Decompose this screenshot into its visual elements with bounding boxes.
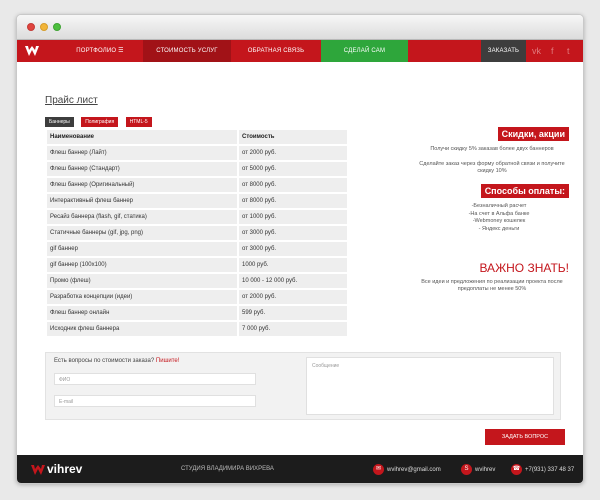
ask-question-button[interactable]: ЗАДАТЬ ВОПРОС — [485, 429, 565, 445]
phone-icon: ☎ — [511, 464, 522, 475]
maximize-window-button[interactable] — [53, 23, 61, 31]
service-price: 7 000 руб. — [239, 322, 347, 336]
nav-portfolio-label: ПОРТФОЛИО — [76, 48, 117, 54]
service-price: от 2000 руб. — [239, 290, 347, 304]
footer-email[interactable]: wvihrev@gmail.com — [387, 467, 441, 473]
payment-method: - Яндекс деньги — [478, 225, 520, 232]
service-name: Флеш баннер (Оригинальный) — [47, 178, 237, 192]
table-row: Разработка концепции (идеи) от 2000 руб. — [47, 290, 347, 304]
table-row: Промо (флеш) 10 000 - 12 000 руб. — [47, 274, 347, 288]
table-row: gif баннер от 3000 руб. — [47, 242, 347, 256]
tag-banners[interactable]: Баннеры — [45, 117, 74, 127]
table-row: Флеш баннер (Оригинальный) от 8000 руб. — [47, 178, 347, 192]
info-sidebar: Скидки, акции Получи скидку 5% заказав б… — [409, 124, 569, 293]
service-name: Флеш баннер онлайн — [47, 306, 237, 320]
vk-icon[interactable]: vk — [532, 46, 541, 56]
table-row: Флеш баннер онлайн 599 руб. — [47, 306, 347, 320]
logo-icon[interactable] — [25, 46, 39, 56]
service-name: Ресайз баннера (flash, gif, статика) — [47, 210, 237, 224]
nav-feedback[interactable]: ОБРАТНАЯ СВЯЗЬ — [231, 40, 321, 62]
email-icon: ✉ — [373, 464, 384, 475]
table-row: Статичные баннеры (gif, jpg, png) от 3000… — [47, 226, 347, 240]
table-header-row: Наименование Стоимость — [47, 130, 347, 144]
minimize-window-button[interactable] — [40, 23, 48, 31]
important-heading: ВАЖНО ЗНАТЬ! — [479, 261, 569, 275]
tag-polygraphy[interactable]: Полиграфия — [81, 117, 119, 127]
page-title[interactable]: Прайс лист — [45, 95, 98, 106]
window-titlebar — [17, 15, 583, 40]
nav-services[interactable]: СТОИМОСТЬ УСЛУГ — [143, 40, 231, 62]
question-text: Есть вопросы по стоимости заказа? — [54, 358, 155, 364]
service-price: от 1000 руб. — [239, 210, 347, 224]
important-text: Все идеи и предложения по реализации про… — [421, 279, 563, 292]
payment-heading: Способы оплаты: — [480, 184, 569, 198]
service-price: от 2000 руб. — [239, 146, 347, 160]
service-name: Флеш баннер (Стандарт) — [47, 162, 237, 176]
message-field[interactable]: Сообщение — [306, 357, 554, 415]
footer-phone[interactable]: +7(931) 337 48 37 — [525, 467, 574, 473]
service-name: gif баннер (100x100) — [47, 258, 237, 272]
price-table: Наименование Стоимость Флеш баннер (Лайт… — [45, 128, 349, 338]
email-field[interactable]: E-mail — [54, 395, 256, 407]
question-form: Есть вопросы по стоимости заказа? Пишите… — [45, 352, 561, 420]
service-name: Интерактивный флеш баннер — [47, 194, 237, 208]
service-price: от 3000 руб. — [239, 242, 347, 256]
payment-method: -Webmoney кошелек — [472, 218, 526, 224]
service-name: Разработка концепции (идеи) — [47, 290, 237, 304]
facebook-icon[interactable]: f — [551, 46, 554, 56]
footer: vihrev СТУДИЯ ВЛАДИМИРА ВИХРЕВА ✉ wvihre… — [17, 455, 584, 484]
payment-method: -На счет в Альфа банке — [468, 210, 530, 217]
close-window-button[interactable] — [27, 23, 35, 31]
service-price: 599 руб. — [239, 306, 347, 320]
discounts-heading: Скидки, акции — [497, 127, 569, 141]
service-price: 10 000 - 12 000 руб. — [239, 274, 347, 288]
table-row: Флеш баннер (Лайт) от 2000 руб. — [47, 146, 347, 160]
discount-text-2: Сделайте заказ через форму обратной связ… — [419, 161, 565, 174]
footer-skype[interactable]: wvihrev — [475, 467, 495, 473]
twitter-icon[interactable]: t — [567, 46, 570, 56]
discount-text-1: Получи скидку 5% заказав более двух банн… — [430, 146, 554, 152]
name-field[interactable]: ФИО — [54, 373, 256, 385]
nav-order-button[interactable]: ЗАКАЗАТЬ — [481, 40, 526, 62]
category-tags: Баннеры Полиграфия HTML-5 — [45, 110, 155, 128]
footer-logo-icon[interactable] — [31, 465, 45, 475]
browser-window: ПОРТФОЛИО ☰ СТОИМОСТЬ УСЛУГ ОБРАТНАЯ СВЯ… — [16, 14, 584, 484]
table-row: Флеш баннер (Стандарт) от 5000 руб. — [47, 162, 347, 176]
nav-portfolio[interactable]: ПОРТФОЛИО ☰ — [57, 40, 143, 62]
column-header-price: Стоимость — [239, 130, 347, 144]
skype-icon: S — [461, 464, 472, 475]
question-prompt: Есть вопросы по стоимости заказа? Пишите… — [54, 358, 179, 364]
service-price: от 3000 руб. — [239, 226, 347, 240]
table-row: Интерактивный флеш баннер от 8000 руб. — [47, 194, 347, 208]
payment-methods: -Безналичный расчет -На счет в Альфа бан… — [409, 203, 569, 233]
service-price: от 8000 руб. — [239, 178, 347, 192]
service-name: Промо (флеш) — [47, 274, 237, 288]
payment-method: -Безналичный расчет — [471, 203, 527, 209]
main-navigation: ПОРТФОЛИО ☰ СТОИМОСТЬ УСЛУГ ОБРАТНАЯ СВЯ… — [17, 40, 583, 62]
nav-do-it-yourself[interactable]: СДЕЛАЙ САМ — [321, 40, 408, 62]
footer-brand[interactable]: vihrev — [47, 462, 82, 476]
write-us-link[interactable]: Пишите! — [156, 358, 180, 364]
service-name: Статичные баннеры (gif, jpg, png) — [47, 226, 237, 240]
service-name: Флеш баннер (Лайт) — [47, 146, 237, 160]
service-name: Исходник флеш баннера — [47, 322, 237, 336]
table-row: gif баннер (100x100) 1000 руб. — [47, 258, 347, 272]
service-price: от 5000 руб. — [239, 162, 347, 176]
menu-icon: ☰ — [118, 48, 124, 54]
table-row: Ресайз баннера (flash, gif, статика) от 1… — [47, 210, 347, 224]
table-row: Исходник флеш баннера 7 000 руб. — [47, 322, 347, 336]
service-price: от 8000 руб. — [239, 194, 347, 208]
footer-studio-name: СТУДИЯ ВЛАДИМИРА ВИХРЕВА — [181, 466, 274, 472]
footer-accent-bar — [17, 483, 584, 484]
service-price: 1000 руб. — [239, 258, 347, 272]
service-name: gif баннер — [47, 242, 237, 256]
column-header-name: Наименование — [47, 130, 237, 144]
tag-html5[interactable]: HTML-5 — [125, 117, 152, 127]
